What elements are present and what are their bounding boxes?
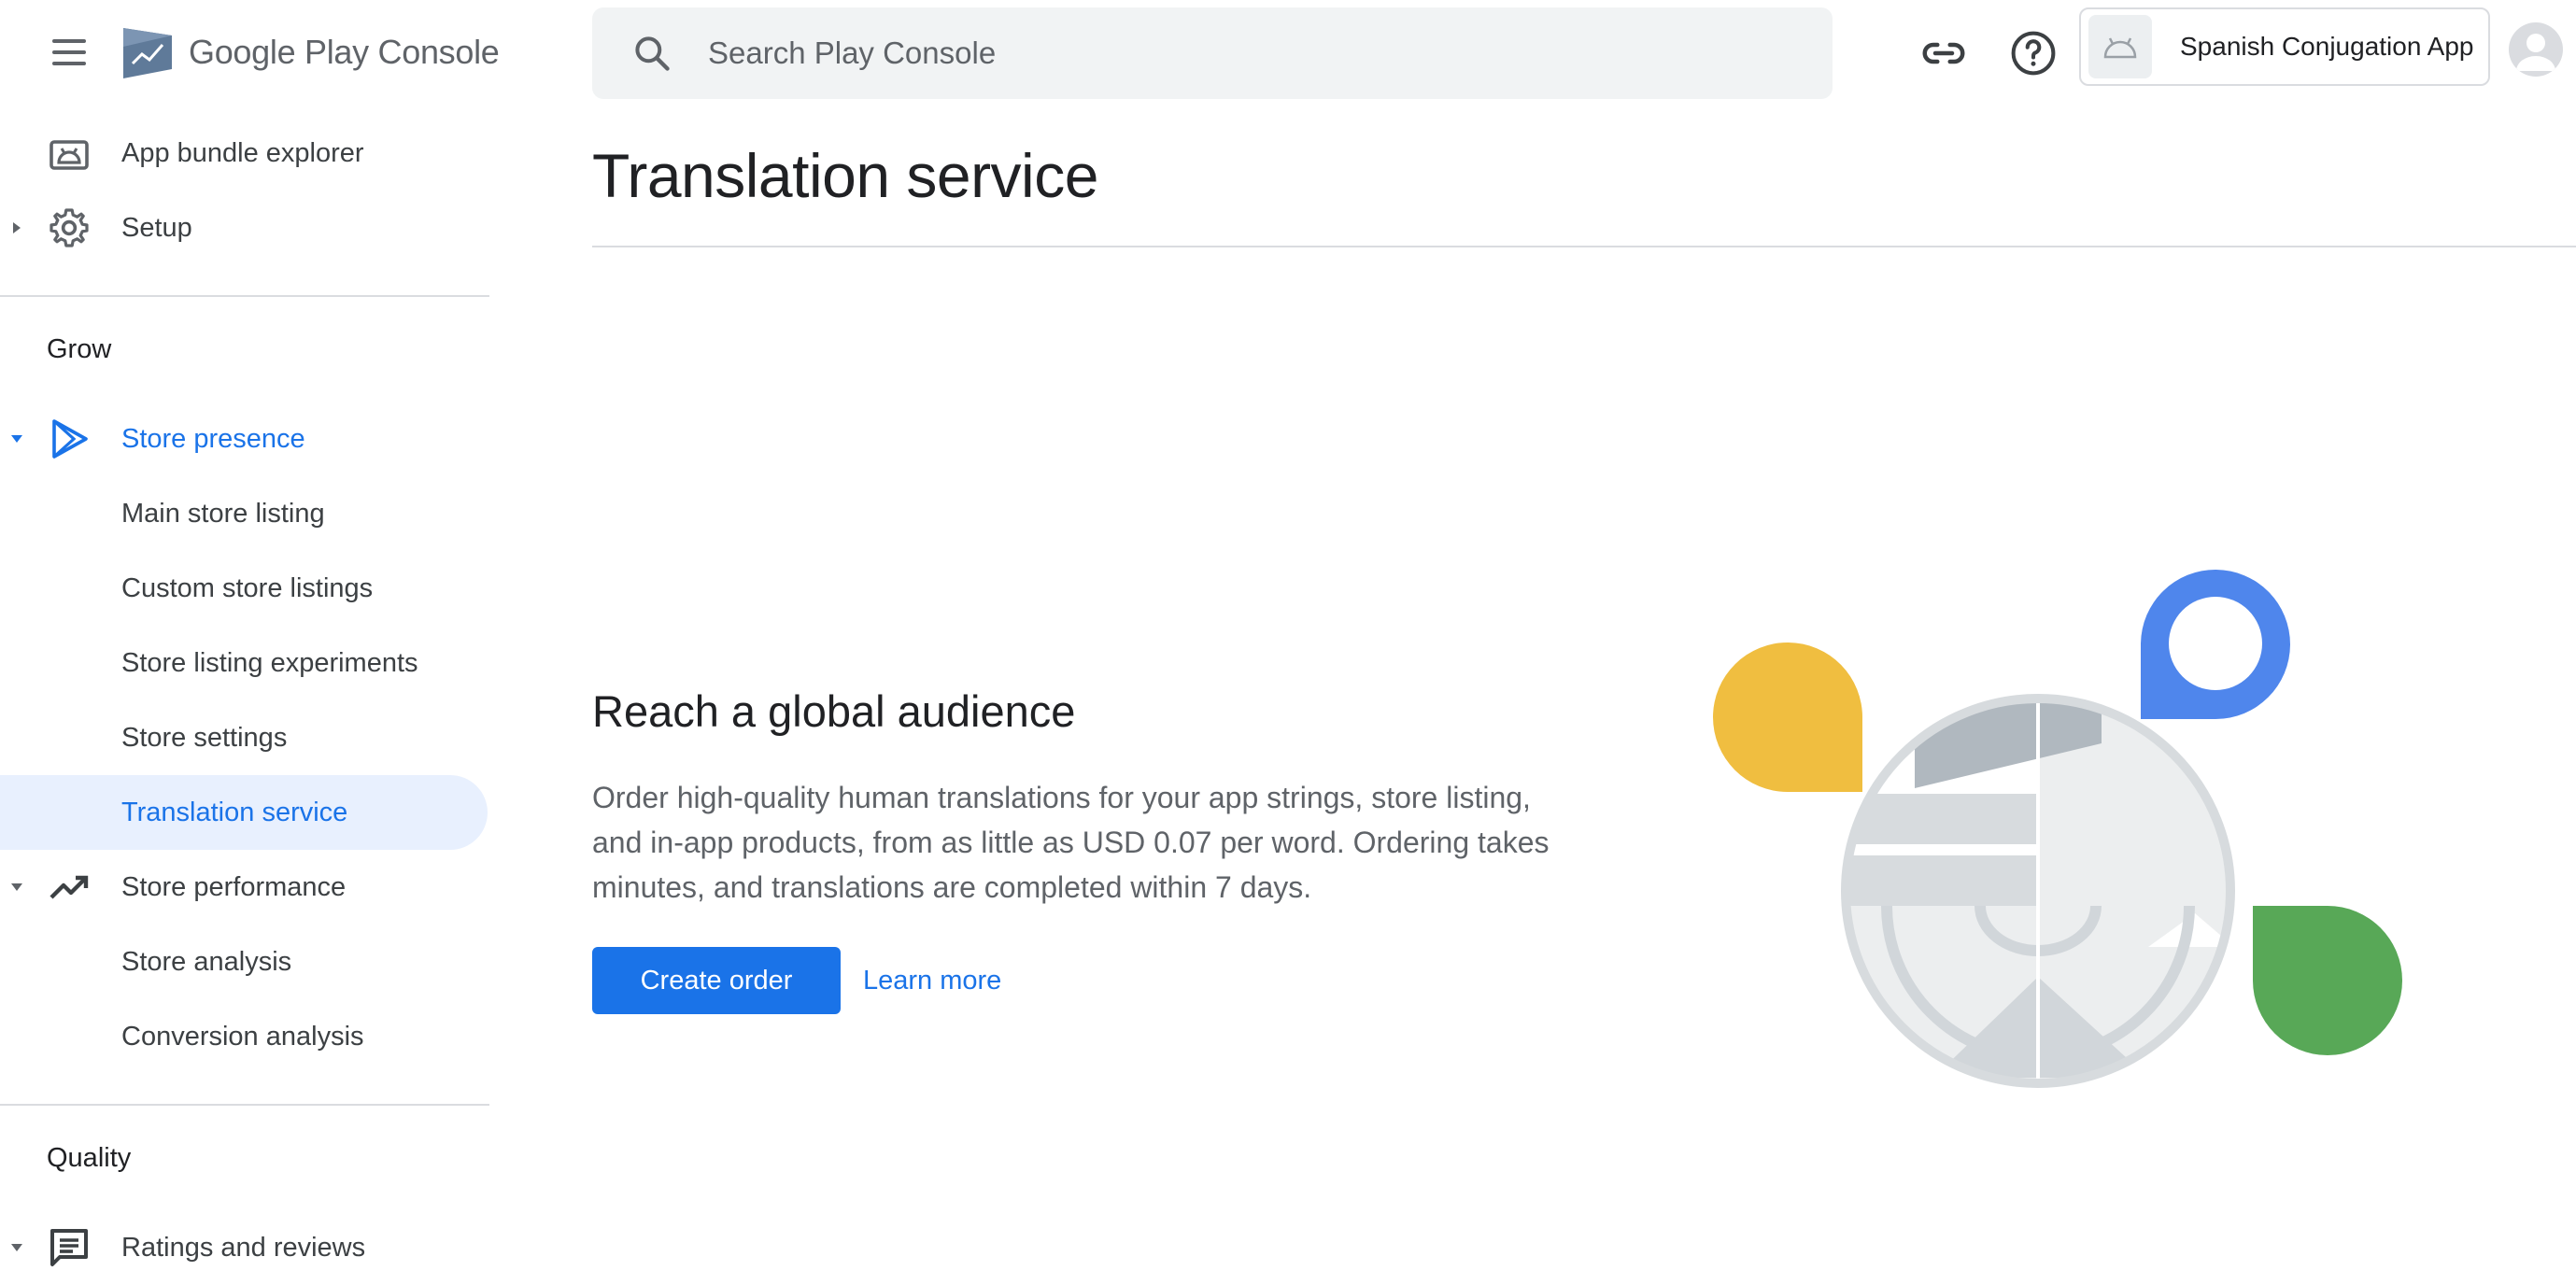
sidebar-item-label: Translation service: [121, 797, 348, 827]
sidebar-item-store-listing-experiments[interactable]: Store listing experiments: [0, 626, 488, 700]
sidebar: App bundle explorer Setup Grow Store pre…: [0, 0, 489, 1281]
trending-up-icon: [50, 875, 89, 899]
sidebar-divider: [0, 295, 489, 297]
yellow-bubble-shape: [1713, 642, 1863, 792]
section-title-quality: Quality: [47, 1143, 132, 1173]
search-bar[interactable]: [592, 7, 1833, 99]
section-title-grow: Grow: [47, 334, 112, 364]
caret-down-icon: [11, 1244, 22, 1251]
sidebar-item-store-performance[interactable]: Store performance: [0, 850, 488, 925]
sidebar-item-label: Conversion analysis: [121, 1021, 364, 1052]
search-icon: [635, 36, 670, 71]
title-divider: [592, 246, 2576, 247]
sidebar-item-label: Store settings: [121, 722, 288, 753]
sidebar-item-label: Store analysis: [121, 946, 292, 977]
android-bundle-icon: [50, 140, 89, 170]
sidebar-item-store-analysis[interactable]: Store analysis: [0, 925, 488, 999]
create-order-button[interactable]: Create order: [592, 947, 841, 1014]
account-avatar[interactable]: [2509, 22, 2563, 77]
sidebar-item-label: Custom store listings: [121, 572, 374, 603]
account-icon: [2516, 34, 2555, 71]
sidebar-item-main-store-listing[interactable]: Main store listing: [0, 476, 488, 551]
page-title: Translation service: [592, 141, 1098, 210]
sidebar-item-store-settings[interactable]: Store settings: [0, 700, 488, 775]
globe-illustration: [1713, 570, 2402, 1088]
sidebar-item-app-bundle-explorer[interactable]: App bundle explorer: [0, 116, 488, 191]
android-app-icon: [2088, 15, 2152, 78]
sidebar-item-label: App bundle explorer: [121, 137, 364, 168]
help-icon[interactable]: [2008, 28, 2059, 78]
sidebar-item-conversion-analysis[interactable]: Conversion analysis: [0, 999, 488, 1074]
sidebar-item-translation-service[interactable]: Translation service: [0, 775, 488, 850]
caret-down-icon: [11, 435, 22, 443]
app-selector[interactable]: Spanish Conjugation App: [2079, 7, 2490, 86]
sidebar-item-label: Main store listing: [121, 498, 325, 529]
sidebar-divider: [0, 1104, 489, 1106]
sidebar-item-ratings-and-reviews[interactable]: Ratings and reviews: [0, 1210, 488, 1285]
sidebar-item-label: Store listing experiments: [121, 647, 418, 678]
search-input[interactable]: [706, 35, 1737, 72]
play-store-icon: [52, 419, 88, 459]
sidebar-item-label: Store presence: [121, 423, 305, 454]
learn-more-link[interactable]: Learn more: [854, 947, 1011, 1014]
caret-down-icon: [11, 883, 22, 891]
hero-description: Order high-quality human translations fo…: [592, 781, 1550, 904]
sidebar-item-custom-store-listings[interactable]: Custom store listings: [0, 551, 488, 626]
sidebar-item-label: Setup: [121, 212, 192, 243]
link-icon[interactable]: [1918, 28, 1969, 78]
app-name: Spanish Conjugation App: [2180, 32, 2474, 61]
green-bubble-shape: [2253, 906, 2402, 1055]
sidebar-item-label: Ratings and reviews: [121, 1232, 366, 1263]
sidebar-item-setup[interactable]: Setup: [0, 191, 488, 265]
sidebar-item-store-presence[interactable]: Store presence: [0, 402, 488, 476]
reviews-icon: [50, 1229, 88, 1266]
caret-right-icon: [13, 222, 21, 233]
sidebar-item-label: Store performance: [121, 871, 347, 902]
gear-icon: [50, 208, 89, 247]
hero-heading: Reach a global audience: [592, 686, 1076, 736]
